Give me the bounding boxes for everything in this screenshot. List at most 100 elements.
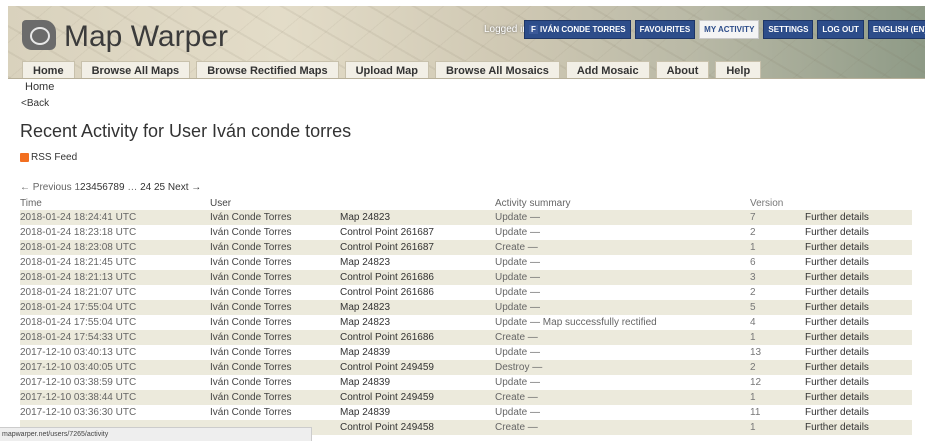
cell-item-link[interactable]: Map 24839: [340, 375, 495, 390]
cell-user[interactable]: Iván Conde Torres: [210, 240, 340, 255]
language-button[interactable]: ENGLISH (EN): [867, 20, 925, 39]
cell-item-link[interactable]: Control Point 261687: [340, 225, 495, 240]
table-row: 2018-01-24 17:55:04 UTC Iván Conde Torres…: [20, 315, 912, 330]
settings-button[interactable]: SETTINGS: [763, 20, 814, 39]
further-details-link[interactable]: Further details: [805, 285, 912, 300]
cell-activity-summary: Create —: [495, 330, 750, 345]
cell-user[interactable]: Iván Conde Torres: [210, 300, 340, 315]
further-details-link[interactable]: Further details: [805, 390, 912, 405]
further-details-link[interactable]: Further details: [805, 270, 912, 285]
favourites-button[interactable]: FAVOURITES: [634, 20, 696, 39]
cell-item-link[interactable]: Map 24823: [340, 255, 495, 270]
table-header-row: Time User Activity summary Version: [20, 197, 912, 210]
pagination-page[interactable]: 25: [154, 182, 165, 193]
user-profile-label: IVÁN CONDE TORRES: [540, 25, 626, 34]
table-row: 2018-01-24 18:21:07 UTC Iván Conde Torres…: [20, 285, 912, 300]
pagination-previous: ← Previous: [20, 182, 72, 193]
cell-version: 5: [750, 300, 805, 315]
cell-activity-summary: Update —: [495, 407, 541, 418]
cell-version: 2: [750, 360, 805, 375]
cell-user[interactable]: Iván Conde Torres: [210, 255, 340, 270]
cell-time: 2018-01-24 18:21:07 UTC: [20, 287, 137, 298]
site-logo-text[interactable]: Map Warper: [64, 20, 228, 54]
pagination-next[interactable]: Next →: [168, 182, 201, 193]
cell-version: 13: [750, 347, 762, 358]
table-row: 2018-01-24 18:23:08 UTC Iván Conde Torres…: [20, 240, 912, 255]
cell-time: 2017-12-10 03:40:13 UTC: [20, 347, 137, 358]
cell-version: 11: [750, 407, 761, 418]
nav-browse-all-maps[interactable]: Browse All Maps: [80, 61, 191, 78]
table-row: 2018-01-24 17:55:04 UTC Iván Conde Torres…: [20, 300, 912, 315]
cell-version: 3: [750, 270, 805, 285]
cell-user[interactable]: Iván Conde Torres: [210, 225, 340, 240]
cell-version: 12: [750, 377, 762, 388]
cell-time: 2018-01-24 17:54:33 UTC: [20, 330, 210, 345]
cell-user[interactable]: Iván Conde Torres: [210, 375, 340, 390]
cell-user[interactable]: Iván Conde Torres: [210, 285, 340, 300]
cell-item-link[interactable]: Map 24823: [340, 210, 495, 225]
cell-user[interactable]: Iván Conde Torres: [210, 360, 340, 375]
cell-version: 1: [750, 390, 805, 405]
further-details-link[interactable]: Further details: [805, 375, 912, 390]
my-activity-button[interactable]: MY ACTIVITY: [699, 20, 760, 39]
status-bar-url: mapwarper.net/users/7265/activity: [0, 427, 312, 441]
cell-user[interactable]: Iván Conde Torres: [210, 405, 340, 420]
further-details-link[interactable]: Further details: [805, 300, 912, 315]
cell-time: 2017-12-10 03:38:44 UTC: [20, 390, 210, 405]
further-details-link[interactable]: Further details: [805, 405, 912, 420]
cell-item-link[interactable]: Control Point 249458: [340, 420, 495, 435]
further-details-link[interactable]: Further details: [805, 420, 912, 435]
rss-icon: [20, 153, 29, 162]
cell-time: 2018-01-24 17:55:04 UTC: [20, 300, 210, 315]
nav-browse-rectified-maps[interactable]: Browse Rectified Maps: [196, 61, 339, 78]
user-profile-button[interactable]: f IVÁN CONDE TORRES: [524, 20, 631, 39]
breadcrumb[interactable]: Home: [25, 81, 54, 93]
cell-user[interactable]: Iván Conde Torres: [210, 315, 340, 330]
cell-item-link[interactable]: Map 24823: [340, 300, 495, 315]
cell-item-link[interactable]: Control Point 261686: [340, 330, 495, 345]
cell-user[interactable]: Iván Conde Torres: [210, 330, 340, 345]
nav-about[interactable]: About: [655, 61, 710, 78]
cell-activity-summary: Update —: [495, 377, 541, 388]
further-details-link[interactable]: Further details: [805, 360, 912, 375]
further-details-link[interactable]: Further details: [805, 225, 912, 240]
nav-home[interactable]: Home: [22, 61, 75, 78]
cell-item-link[interactable]: Control Point 261686: [340, 285, 495, 300]
globe-logo-icon[interactable]: [22, 20, 56, 50]
further-details-link[interactable]: Further details: [805, 330, 912, 345]
pagination-page[interactable]: 9: [119, 182, 125, 193]
cell-user[interactable]: Iván Conde Torres: [210, 210, 340, 225]
cell-version: 1: [750, 330, 805, 345]
rss-feed-link[interactable]: RSS Feed: [20, 152, 77, 163]
column-header-item: [340, 197, 495, 210]
table-row: 2018-01-24 17:54:33 UTC Iván Conde Torres…: [20, 330, 912, 345]
rss-feed-label: RSS Feed: [31, 152, 78, 163]
further-details-link[interactable]: Further details: [805, 240, 912, 255]
table-row: 2017-12-10 03:38:59 UTC Iván Conde Torres…: [20, 375, 912, 390]
cell-item-link[interactable]: Control Point 249459: [340, 360, 495, 375]
nav-add-mosaic[interactable]: Add Mosaic: [565, 61, 650, 78]
cell-version: 1: [750, 240, 805, 255]
cell-item-link[interactable]: Map 24839: [340, 345, 495, 360]
nav-browse-all-mosaics[interactable]: Browse All Mosaics: [434, 61, 560, 78]
back-link[interactable]: <Back: [21, 98, 49, 109]
cell-item-link[interactable]: Map 24823: [340, 315, 495, 330]
further-details-link[interactable]: Further details: [805, 315, 912, 330]
nav-help[interactable]: Help: [715, 61, 762, 78]
cell-item-link[interactable]: Map 24839: [340, 405, 495, 420]
cell-time: 2017-12-10 03:36:30 UTC: [20, 407, 137, 418]
cell-item-link[interactable]: Control Point 249459: [340, 390, 495, 405]
logout-button[interactable]: LOG OUT: [817, 20, 864, 39]
table-row: 2018-01-24 18:21:13 UTC Iván Conde Torres…: [20, 270, 912, 285]
further-details-link[interactable]: Further details: [805, 210, 912, 225]
column-header-version: Version: [750, 198, 784, 209]
further-details-link[interactable]: Further details: [805, 255, 912, 270]
further-details-link[interactable]: Further details: [805, 345, 912, 360]
nav-upload-map[interactable]: Upload Map: [344, 61, 429, 78]
cell-user[interactable]: Iván Conde Torres: [210, 390, 340, 405]
cell-item-link[interactable]: Control Point 261686: [340, 270, 495, 285]
pagination-page[interactable]: 24: [140, 182, 151, 193]
cell-user[interactable]: Iván Conde Torres: [210, 345, 340, 360]
cell-user[interactable]: Iván Conde Torres: [210, 270, 340, 285]
cell-item-link[interactable]: Control Point 261687: [340, 240, 495, 255]
